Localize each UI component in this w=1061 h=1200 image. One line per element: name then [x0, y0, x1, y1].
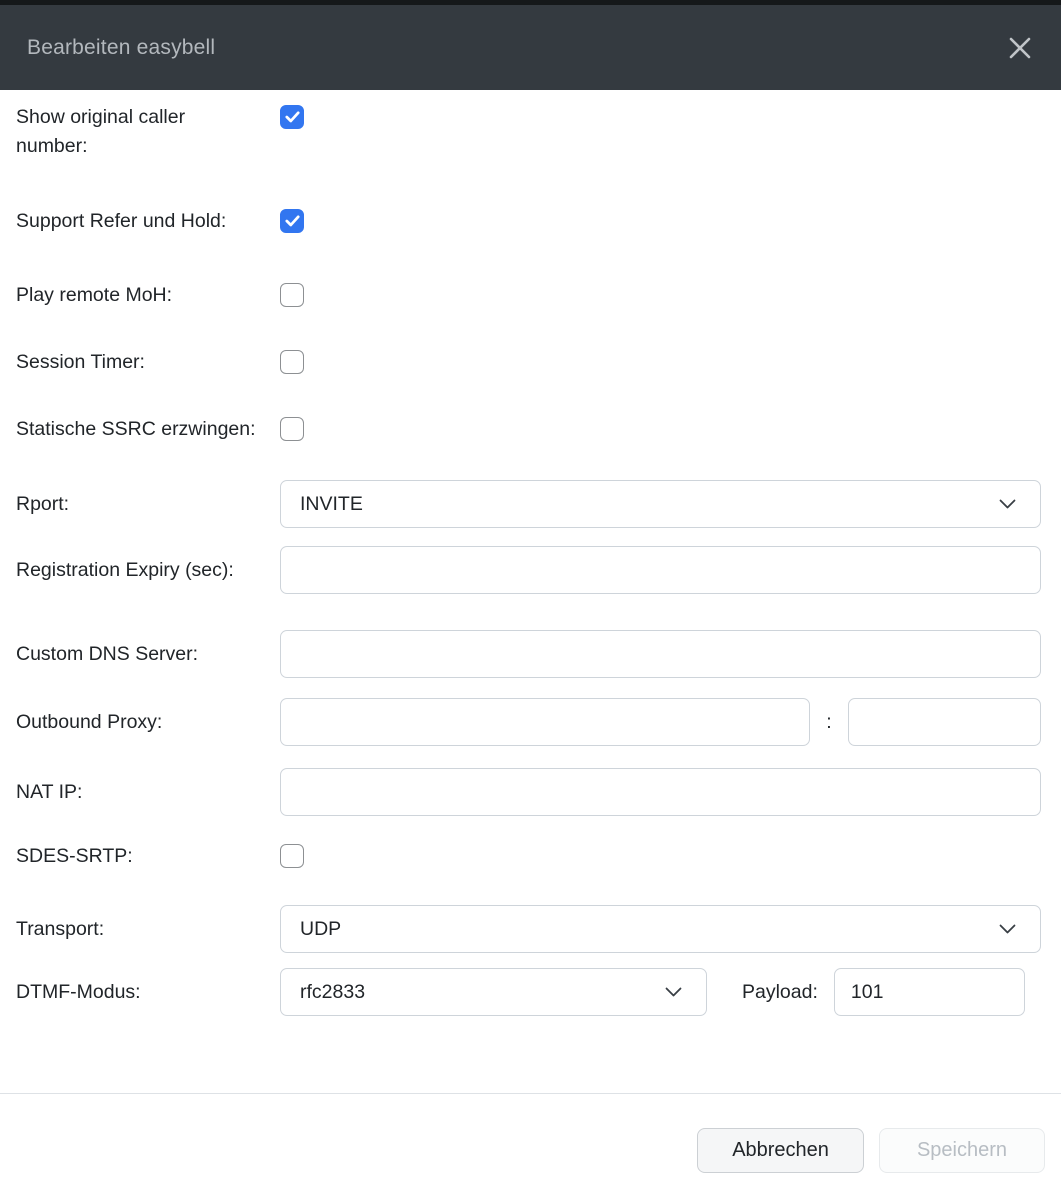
checkmark-icon [285, 215, 300, 227]
session-timer-checkbox[interactable] [280, 350, 304, 374]
field-row-show-original-caller-number: Show original caller number: [16, 103, 1041, 161]
field-row-session-timer: Session Timer: [16, 348, 1041, 377]
field-label: Session Timer: [16, 348, 280, 377]
field-row-sdes-srtp: SDES-SRTP: [16, 842, 1041, 871]
field-row-statische-ssrc-erzwingen: Statische SSRC erzwingen: [16, 415, 1041, 444]
field-label: Play remote MoH: [16, 281, 280, 310]
field-row-nat-ip: NAT IP: [16, 768, 1041, 816]
field-row-dtmf-modus: DTMF-Modus: rfc2833 Payload: [16, 968, 1041, 1016]
outbound-proxy-host-input[interactable] [280, 698, 810, 746]
chevron-down-icon [999, 499, 1016, 509]
modal-footer: Abbrechen Speichern [0, 1093, 1061, 1200]
field-label: Show original caller number: [16, 103, 280, 161]
field-label: DTMF-Modus: [16, 968, 280, 1007]
field-label: SDES-SRTP: [16, 842, 280, 871]
dtmf-modus-select-value: rfc2833 [300, 981, 365, 1004]
checkmark-icon [285, 111, 300, 123]
close-icon [1007, 35, 1033, 61]
chevron-down-icon [665, 987, 682, 997]
rport-select-value: INVITE [300, 493, 363, 516]
support-refer-und-hold-checkbox[interactable] [280, 209, 304, 233]
payload-input[interactable] [834, 968, 1025, 1016]
field-label: Statische SSRC erzwingen: [16, 415, 280, 444]
close-button[interactable] [1003, 31, 1037, 65]
field-row-registration-expiry: Registration Expiry (sec): [16, 546, 1041, 594]
outbound-proxy-port-input[interactable] [848, 698, 1041, 746]
field-label: Support Refer und Hold: [16, 207, 280, 236]
modal-edit-easybell: Bearbeiten easybell Show original caller… [0, 0, 1061, 1200]
field-label: Registration Expiry (sec): [16, 546, 280, 585]
show-original-caller-number-checkbox[interactable] [280, 105, 304, 129]
play-remote-moh-checkbox[interactable] [280, 283, 304, 307]
field-label: Transport: [16, 905, 280, 944]
field-label: Custom DNS Server: [16, 630, 280, 669]
payload-label: Payload: [742, 968, 818, 1007]
rport-select[interactable]: INVITE [280, 480, 1041, 528]
custom-dns-server-input[interactable] [280, 630, 1041, 678]
field-row-support-refer-und-hold: Support Refer und Hold: [16, 207, 1041, 236]
nat-ip-input[interactable] [280, 768, 1041, 816]
chevron-down-icon [999, 924, 1016, 934]
transport-select[interactable]: UDP [280, 905, 1041, 953]
field-row-outbound-proxy: Outbound Proxy: : [16, 698, 1041, 746]
host-port-separator: : [810, 698, 848, 737]
modal-title: Bearbeiten easybell [27, 36, 215, 60]
field-label: NAT IP: [16, 768, 280, 807]
statische-ssrc-erzwingen-checkbox[interactable] [280, 417, 304, 441]
field-label: Outbound Proxy: [16, 698, 280, 737]
field-row-custom-dns-server: Custom DNS Server: [16, 630, 1041, 678]
registration-expiry-input[interactable] [280, 546, 1041, 594]
field-row-rport: Rport: INVITE [16, 480, 1041, 528]
save-button[interactable]: Speichern [879, 1128, 1045, 1173]
sdes-srtp-checkbox[interactable] [280, 844, 304, 868]
modal-body: Show original caller number: Support Ref… [0, 90, 1061, 1093]
modal-header: Bearbeiten easybell [0, 5, 1061, 90]
dtmf-modus-select[interactable]: rfc2833 [280, 968, 707, 1016]
transport-select-value: UDP [300, 918, 341, 941]
field-row-transport: Transport: UDP [16, 905, 1041, 953]
cancel-button[interactable]: Abbrechen [697, 1128, 864, 1173]
field-row-play-remote-moh: Play remote MoH: [16, 281, 1041, 310]
field-label: Rport: [16, 480, 280, 519]
